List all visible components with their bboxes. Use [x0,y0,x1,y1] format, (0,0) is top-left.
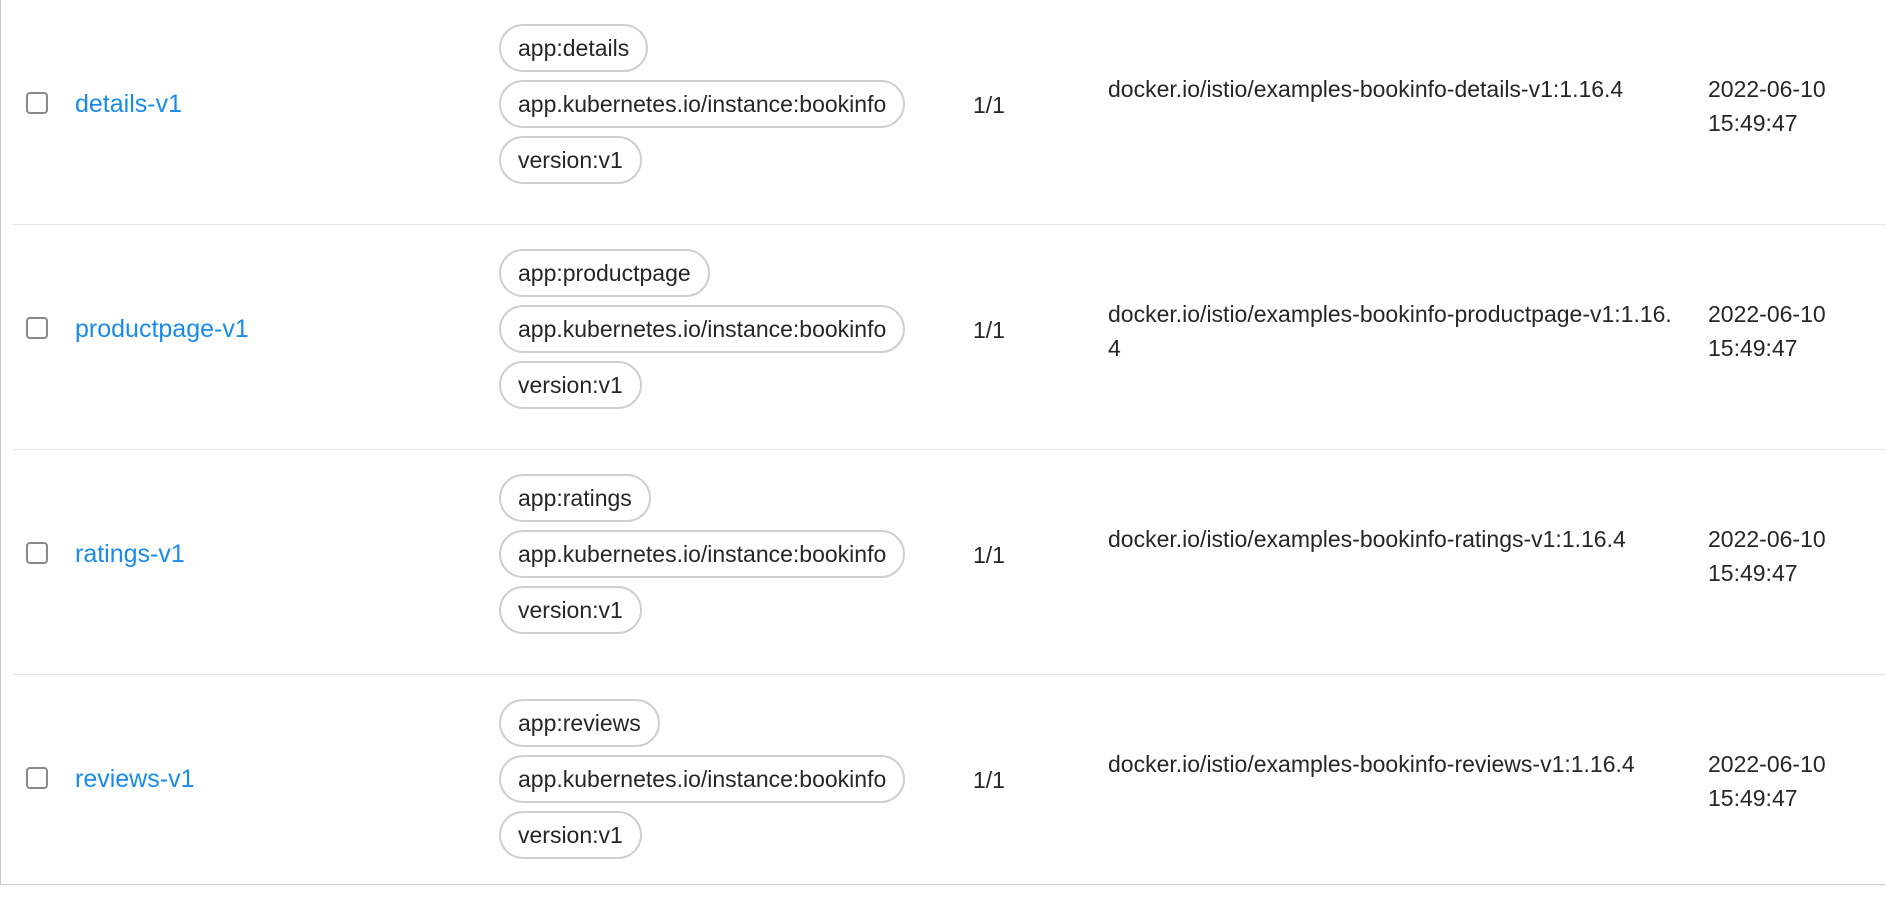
label-tag: app:details [499,24,649,72]
created-time-cell: 2022-06-10 15:49:47 [1708,297,1868,365]
created-time-cell: 2022-06-10 15:49:47 [1708,72,1868,140]
image-cell: docker.io/istio/examples-bookinfo-review… [1108,751,1635,777]
replicas-cell: 1/1 [973,317,1005,343]
label-tag: app.kubernetes.io/instance:bookinfo [499,80,906,128]
labels-cell: app:reviews app.kubernetes.io/instance:b… [499,699,906,859]
label-tag: app.kubernetes.io/instance:bookinfo [499,305,906,353]
labels-cell: app:details app.kubernetes.io/instance:b… [499,24,906,184]
workload-name-link[interactable]: productpage-v1 [75,315,249,344]
label-tag: app:reviews [499,699,660,747]
workload-name-link[interactable]: ratings-v1 [75,540,185,569]
label-tag: version:v1 [499,586,642,634]
created-time: 15:49:47 [1708,335,1798,361]
label-tag: app:productpage [499,249,710,297]
table-row: ratings-v1 app:ratings app.kubernetes.io… [13,450,1886,675]
created-time-cell: 2022-06-10 15:49:47 [1708,522,1868,590]
replicas-cell: 1/1 [973,92,1005,118]
created-date: 2022-06-10 [1708,301,1826,327]
created-time: 15:49:47 [1708,110,1798,136]
created-time: 15:49:47 [1708,560,1798,586]
image-cell: docker.io/istio/examples-bookinfo-produc… [1108,301,1672,361]
label-tag: app.kubernetes.io/instance:bookinfo [499,755,906,803]
label-tag: version:v1 [499,811,642,859]
created-date: 2022-06-10 [1708,76,1826,102]
table-row: productpage-v1 app:productpage app.kuber… [13,225,1886,450]
row-checkbox[interactable] [26,542,48,564]
label-tag: app.kubernetes.io/instance:bookinfo [499,530,906,578]
created-date: 2022-06-10 [1708,751,1826,777]
created-time: 15:49:47 [1708,785,1798,811]
replicas-cell: 1/1 [973,542,1005,568]
labels-cell: app:productpage app.kubernetes.io/instan… [499,249,906,409]
workloads-table: details-v1 app:details app.kubernetes.io… [13,0,1886,900]
workload-name-link[interactable]: reviews-v1 [75,765,194,794]
workload-name-link[interactable]: details-v1 [75,90,182,119]
table-row: details-v1 app:details app.kubernetes.io… [13,0,1886,225]
label-tag: version:v1 [499,136,642,184]
label-tag: app:ratings [499,474,651,522]
replicas-cell: 1/1 [973,767,1005,793]
table-row: reviews-v1 app:reviews app.kubernetes.io… [13,675,1886,900]
label-tag: version:v1 [499,361,642,409]
row-checkbox[interactable] [26,767,48,789]
labels-cell: app:ratings app.kubernetes.io/instance:b… [499,474,906,634]
row-checkbox[interactable] [26,92,48,114]
row-checkbox[interactable] [26,317,48,339]
created-time-cell: 2022-06-10 15:49:47 [1708,747,1868,815]
image-cell: docker.io/istio/examples-bookinfo-rating… [1108,526,1626,552]
created-date: 2022-06-10 [1708,526,1826,552]
image-cell: docker.io/istio/examples-bookinfo-detail… [1108,76,1624,102]
